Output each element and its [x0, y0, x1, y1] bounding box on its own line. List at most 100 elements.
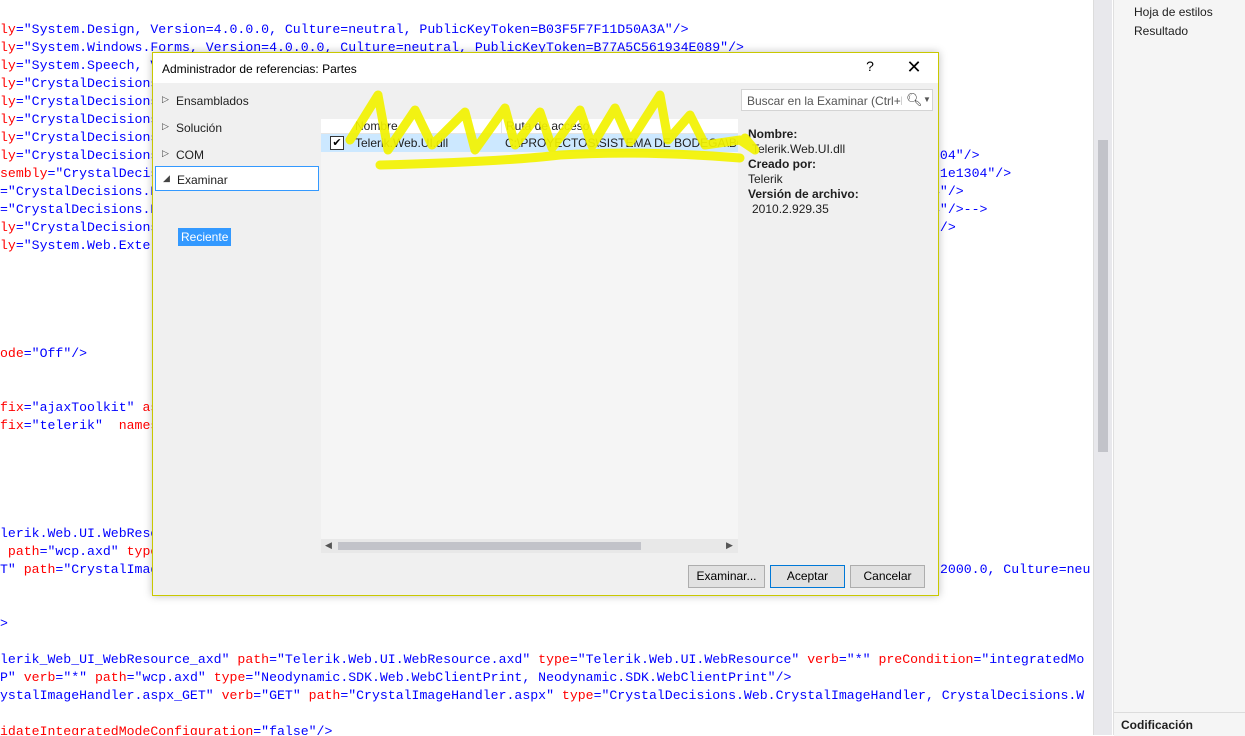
- code-value: ="CrystalDecisions.Web.CrystalImageHandl…: [593, 688, 1085, 703]
- detail-creator-value: Telerik: [748, 172, 783, 186]
- code-attribute: path: [0, 544, 40, 559]
- code-line: ly="CrystalDecisions: [0, 219, 158, 237]
- dialog-title: Administrador de referencias: Partes: [162, 62, 357, 76]
- panel-item-result[interactable]: Resultado: [1134, 24, 1188, 38]
- code-attribute: ly: [0, 40, 16, 55]
- code-line: 4"/>-->: [932, 201, 987, 219]
- code-attribute: verb: [807, 652, 839, 667]
- search-box[interactable]: Buscar en la Examinar (Ctrl+E 🔍︎ ▼: [741, 89, 933, 111]
- collapse-arrow-icon: ◢: [163, 173, 170, 183]
- code-line: ly="CrystalDecisions: [0, 75, 158, 93]
- code-attribute: ly: [0, 238, 16, 253]
- search-input[interactable]: Buscar en la Examinar (Ctrl+E: [747, 94, 902, 108]
- reference-manager-dialog: Administrador de referencias: Partes ? ✕…: [152, 52, 939, 596]
- code-attribute: ly: [0, 130, 16, 145]
- code-attribute: ly: [0, 94, 16, 109]
- code-attribute: ly: [0, 76, 16, 91]
- accept-button[interactable]: Aceptar: [770, 565, 845, 588]
- code-value: ="Telerik.Web.UI.WebResource.axd": [269, 652, 539, 667]
- code-value: ystalImageHandler.aspx_GET": [0, 688, 222, 703]
- code-value: ="*": [838, 652, 879, 667]
- code-value: ="CrystalDecisions: [15, 220, 159, 235]
- search-icon[interactable]: 🔍︎: [906, 92, 923, 108]
- code-attribute: verb: [221, 688, 254, 703]
- cancel-button[interactable]: Cancelar: [850, 565, 925, 588]
- editor-vertical-scrollbar[interactable]: [1093, 0, 1112, 735]
- list-item[interactable]: ✔ Telerik.Web.UI.dll C:\PROYECTOS\SISTEM…: [321, 134, 738, 152]
- code-line: ly="CrystalDecisions: [0, 129, 158, 147]
- properties-panel: Hoja de estilos Resultado Codificación: [1113, 0, 1245, 736]
- nav-item-label: Solución: [176, 121, 223, 135]
- code-value: ="Off"/>: [23, 346, 88, 361]
- code-value: T": [0, 562, 24, 577]
- scroll-right-icon[interactable]: ▶: [726, 540, 733, 551]
- scrollbar-thumb[interactable]: [1098, 140, 1108, 452]
- code-value: ="CrystalDecisions.E: [0, 184, 159, 199]
- code-value: ="System.Speech, V: [15, 58, 159, 73]
- nav-item-assemblies[interactable]: ▷ Ensamblados: [153, 88, 318, 113]
- chevron-down-icon[interactable]: ▼: [923, 95, 931, 104]
- code-line: ly="CrystalDecisions: [0, 147, 158, 165]
- column-header-name[interactable]: Nombre: [355, 119, 398, 133]
- code-line: 304"/>: [932, 147, 979, 165]
- code-attribute: path: [23, 562, 56, 577]
- code-attribute: ly: [0, 112, 16, 127]
- code-line: ystalImageHandler.aspx_GET" verb="GET" p…: [0, 687, 1084, 705]
- checkmark-icon: ✔: [332, 137, 342, 149]
- panel-item-stylesheet[interactable]: Hoja de estilos: [1134, 5, 1213, 19]
- code-line: 21e1304"/>: [932, 165, 1011, 183]
- detail-version-label: Versión de archivo:: [748, 187, 859, 201]
- browse-button[interactable]: Examinar...: [688, 565, 765, 588]
- code-attribute: verb: [23, 670, 56, 685]
- code-line: sembly="CrystalDecis: [0, 165, 158, 183]
- code-line: ly="CrystalDecisions: [0, 111, 158, 129]
- code-attribute: type: [538, 652, 570, 667]
- code-line: ="CrystalDecisions.E: [0, 201, 158, 219]
- code-value: ="System.Design, Version=4.0.0.0, Cultur…: [15, 22, 689, 37]
- code-attribute: ly: [0, 22, 16, 37]
- code-line: ly="System.Design, Version=4.0.0.0, Cult…: [0, 21, 689, 39]
- code-attribute: sembly: [0, 166, 48, 181]
- scrollbar-thumb[interactable]: [338, 542, 641, 550]
- code-value: ="CrystalDecis: [47, 166, 159, 181]
- expand-arrow-icon: ▷: [162, 94, 169, 104]
- list-horizontal-scrollbar[interactable]: ◀ ▶: [321, 539, 738, 553]
- code-line: lerik.Web.UI.WebReso: [0, 525, 158, 543]
- nav-item-solution[interactable]: ▷ Solución: [153, 115, 318, 140]
- code-value: ="GET": [253, 688, 309, 703]
- code-attribute: ly: [0, 220, 16, 235]
- nav-item-browse[interactable]: ◢ Examinar: [155, 166, 319, 191]
- close-button[interactable]: ✕: [901, 57, 927, 79]
- nav-item-recent[interactable]: Reciente: [178, 228, 232, 246]
- reference-list: Nombre Ruta de acceso ✔ Telerik.Web.UI.d…: [321, 119, 738, 539]
- code-value: 4"/>-->: [932, 202, 988, 217]
- column-header-path[interactable]: Ruta de acceso: [501, 119, 589, 133]
- encoding-label: Codificación: [1121, 718, 1194, 732]
- code-value: ="CrystalDecisions: [15, 148, 159, 163]
- code-attribute: ly: [0, 148, 16, 163]
- code-attribute: ode: [0, 346, 24, 361]
- code-line: lerik_Web_UI_WebResource_axd" path="Tele…: [0, 651, 1084, 669]
- scroll-left-icon[interactable]: ◀: [325, 540, 332, 551]
- detail-version-value: 2010.2.929.35: [752, 202, 829, 216]
- code-attribute: path: [94, 670, 127, 685]
- code-line: ly="System.Speech, V: [0, 57, 158, 75]
- code-attribute: fix: [0, 418, 24, 433]
- code-value: ="ajaxToolkit": [23, 400, 143, 415]
- reference-name: Telerik.Web.UI.dll: [355, 136, 449, 150]
- reference-checkbox[interactable]: ✔: [330, 136, 344, 150]
- nav-item-com[interactable]: ▷ COM: [153, 142, 318, 167]
- reference-nav: ▷ Ensamblados ▷ Solución ▷ COM ◢ Examina…: [153, 83, 321, 595]
- code-value: ="Telerik.Web.UI.WebResource": [569, 652, 808, 667]
- code-value: 21e1304"/>: [932, 166, 1012, 181]
- code-attribute: fix: [0, 400, 24, 415]
- code-attribute: idateIntegratedModeConfiguration: [0, 724, 254, 735]
- code-value: lerik_Web_UI_WebResource_axd": [0, 652, 238, 667]
- code-value: 304"/>: [932, 148, 980, 163]
- code-value: ="wcp.axd": [39, 544, 127, 559]
- help-button[interactable]: ?: [858, 58, 882, 78]
- code-line: >: [0, 615, 8, 633]
- expand-arrow-icon: ▷: [162, 148, 169, 158]
- code-line: fix="ajaxToolkit" as: [0, 399, 158, 417]
- encoding-section: Codificación: [1114, 712, 1245, 736]
